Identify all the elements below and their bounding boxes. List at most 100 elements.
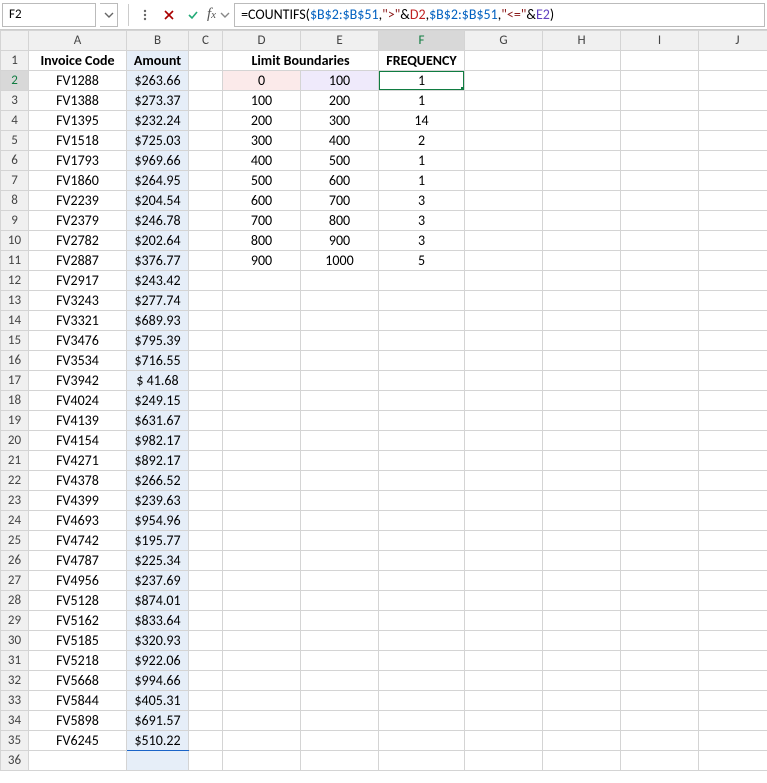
cell-G22[interactable] [465, 471, 543, 491]
cell-A10[interactable]: FV2782 [29, 231, 127, 251]
cell-G23[interactable] [465, 491, 543, 511]
cell-I19[interactable] [621, 411, 699, 431]
row-header[interactable]: 32 [1, 671, 29, 691]
cell-J12[interactable] [699, 271, 767, 291]
cell-H3[interactable] [543, 91, 621, 111]
cell-D14[interactable] [223, 311, 301, 331]
cell-A26[interactable]: FV4787 [29, 551, 127, 571]
cell-G8[interactable] [465, 191, 543, 211]
cell-H16[interactable] [543, 351, 621, 371]
cell-J11[interactable] [699, 251, 767, 271]
cell-J5[interactable] [699, 131, 767, 151]
cell-E17[interactable] [301, 371, 379, 391]
cell-B30[interactable]: $320.93 [127, 631, 189, 651]
row-header[interactable]: 3 [1, 91, 29, 111]
cell-J23[interactable] [699, 491, 767, 511]
cell-F34[interactable] [379, 711, 465, 731]
fill-handle[interactable] [461, 87, 465, 91]
cell-H20[interactable] [543, 431, 621, 451]
cell-H10[interactable] [543, 231, 621, 251]
cell-J34[interactable] [699, 711, 767, 731]
cell-C16[interactable] [189, 351, 223, 371]
cell-I36[interactable] [621, 751, 699, 771]
cell-C14[interactable] [189, 311, 223, 331]
cell-D18[interactable] [223, 391, 301, 411]
cell-H22[interactable] [543, 471, 621, 491]
cell-F12[interactable] [379, 271, 465, 291]
cell-H2[interactable] [543, 71, 621, 91]
cell-G34[interactable] [465, 711, 543, 731]
cell-F11[interactable]: 5 [379, 251, 465, 271]
cell-E4[interactable]: 300 [301, 111, 379, 131]
cell-I23[interactable] [621, 491, 699, 511]
cell-B1[interactable]: Amount [127, 51, 189, 71]
cell-C17[interactable] [189, 371, 223, 391]
cell-I22[interactable] [621, 471, 699, 491]
cell-C32[interactable] [189, 671, 223, 691]
cell-F24[interactable] [379, 511, 465, 531]
cell-A23[interactable]: FV4399 [29, 491, 127, 511]
cell-C34[interactable] [189, 711, 223, 731]
cell-H35[interactable] [543, 731, 621, 751]
cell-B12[interactable]: $243.42 [127, 271, 189, 291]
cell-C20[interactable] [189, 431, 223, 451]
cell-I11[interactable] [621, 251, 699, 271]
cell-I2[interactable] [621, 71, 699, 91]
cell-G30[interactable] [465, 631, 543, 651]
cell-C19[interactable] [189, 411, 223, 431]
cell-G11[interactable] [465, 251, 543, 271]
row-header[interactable]: 30 [1, 631, 29, 651]
cell-B17[interactable]: $ 41.68 [127, 371, 189, 391]
cell-B19[interactable]: $631.67 [127, 411, 189, 431]
cell-B11[interactable]: $376.77 [127, 251, 189, 271]
cell-B6[interactable]: $969.66 [127, 151, 189, 171]
cell-B7[interactable]: $264.95 [127, 171, 189, 191]
cell-I29[interactable] [621, 611, 699, 631]
cell-H25[interactable] [543, 531, 621, 551]
cell-F21[interactable] [379, 451, 465, 471]
cell-I9[interactable] [621, 211, 699, 231]
cell-I31[interactable] [621, 651, 699, 671]
row-header[interactable]: 29 [1, 611, 29, 631]
cell-A34[interactable]: FV5898 [29, 711, 127, 731]
cell-J10[interactable] [699, 231, 767, 251]
cell-D2[interactable]: 0 [223, 71, 301, 91]
cell-G5[interactable] [465, 131, 543, 151]
cell-I21[interactable] [621, 451, 699, 471]
cell-C8[interactable] [189, 191, 223, 211]
row-header[interactable]: 26 [1, 551, 29, 571]
cell-A33[interactable]: FV5844 [29, 691, 127, 711]
cell-D21[interactable] [223, 451, 301, 471]
cell-I1[interactable] [621, 51, 699, 71]
cell-C21[interactable] [189, 451, 223, 471]
cell-H15[interactable] [543, 331, 621, 351]
row-header[interactable]: 31 [1, 651, 29, 671]
accept-formula-button[interactable] [182, 4, 204, 26]
cell-I17[interactable] [621, 371, 699, 391]
cell-F15[interactable] [379, 331, 465, 351]
cell-C18[interactable] [189, 391, 223, 411]
row-header[interactable]: 9 [1, 211, 29, 231]
cell-A13[interactable]: FV3243 [29, 291, 127, 311]
cell-C1[interactable] [189, 51, 223, 71]
formula-input[interactable]: =COUNTIFS($B$2:$B$51,">"&D2,$B$2:$B$51,"… [234, 3, 765, 27]
cell-E23[interactable] [301, 491, 379, 511]
cell-I34[interactable] [621, 711, 699, 731]
row-header[interactable]: 14 [1, 311, 29, 331]
cell-D3[interactable]: 100 [223, 91, 301, 111]
cell-G3[interactable] [465, 91, 543, 111]
cell-A4[interactable]: FV1395 [29, 111, 127, 131]
cell-H34[interactable] [543, 711, 621, 731]
cell-H14[interactable] [543, 311, 621, 331]
row-header[interactable]: 1 [1, 51, 29, 71]
cell-J33[interactable] [699, 691, 767, 711]
cell-B9[interactable]: $246.78 [127, 211, 189, 231]
cell-G33[interactable] [465, 691, 543, 711]
cell-H24[interactable] [543, 511, 621, 531]
cell-C36[interactable] [189, 751, 223, 771]
cell-D4[interactable]: 200 [223, 111, 301, 131]
cell-D7[interactable]: 500 [223, 171, 301, 191]
col-header-F[interactable]: F [379, 31, 465, 51]
cell-F32[interactable] [379, 671, 465, 691]
cell-D33[interactable] [223, 691, 301, 711]
